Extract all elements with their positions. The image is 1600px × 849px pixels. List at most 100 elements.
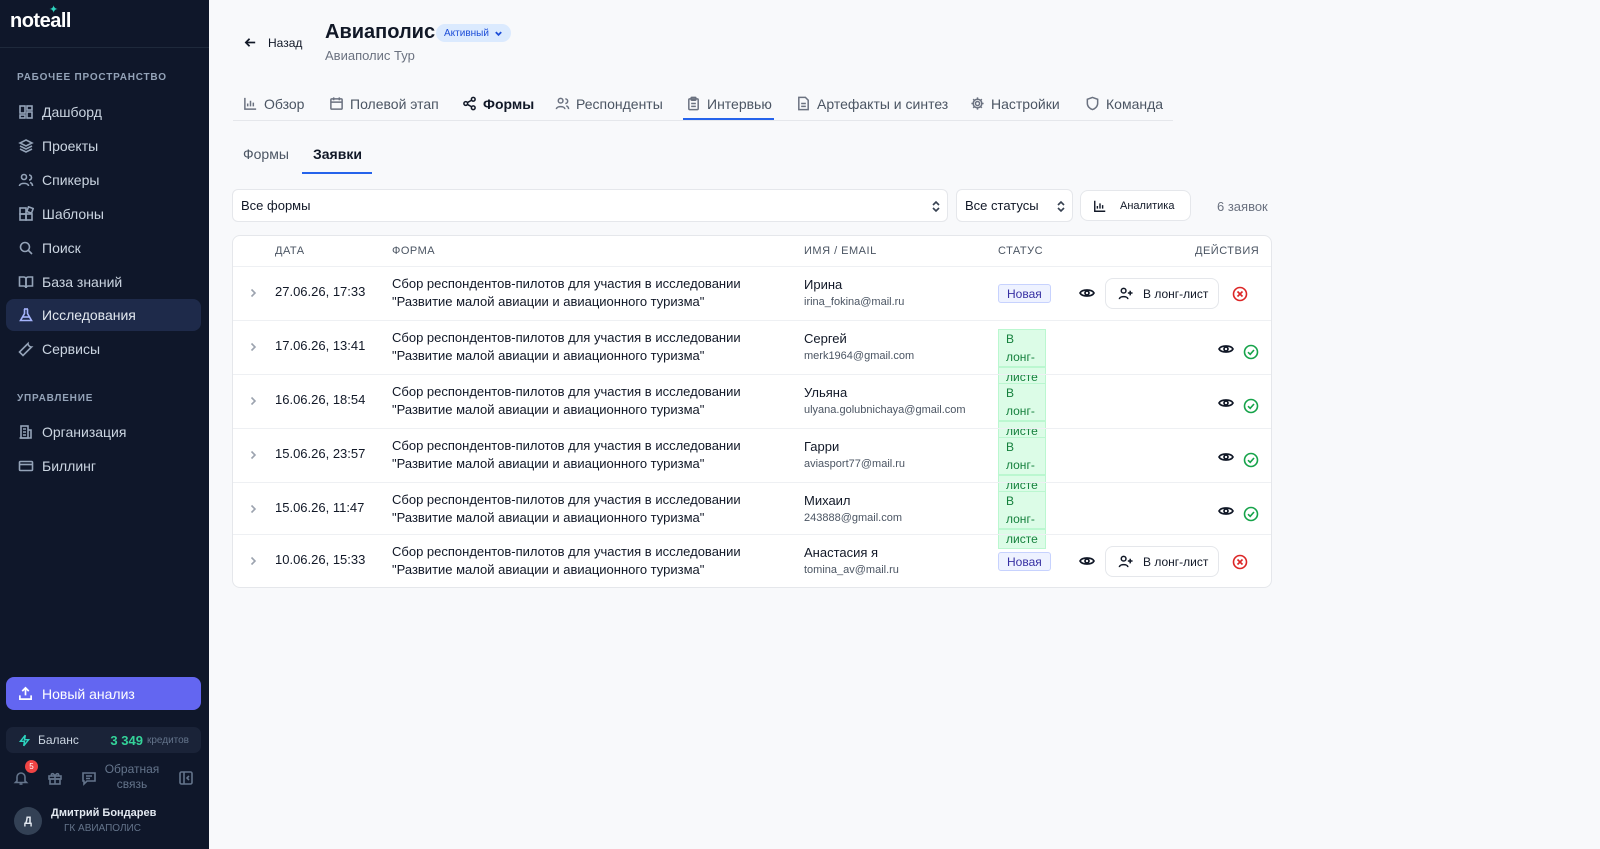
add-to-longlist-button[interactable]: В лонг-лист	[1105, 278, 1219, 309]
row-name: Анастасия я	[804, 545, 879, 560]
row-date: 17.06.26, 13:41	[275, 338, 366, 353]
file-icon	[798, 96, 809, 111]
users-icon	[555, 97, 570, 110]
forms-filter-value: Все формы	[241, 198, 311, 213]
sidebar-item-organization[interactable]: Организация	[6, 416, 201, 448]
requests-count: 6 заявок	[1217, 199, 1268, 214]
status-filter-select[interactable]: Все статусы	[956, 189, 1073, 222]
eye-icon[interactable]	[1079, 553, 1095, 569]
subtab-forms[interactable]: Формы	[243, 146, 289, 162]
tab-label: Интервью	[707, 95, 772, 112]
chevron-right-icon[interactable]	[247, 503, 259, 515]
balance-card: Баланс 3 349 кредитов	[6, 727, 201, 753]
analytics-label: Аналитика	[1120, 199, 1175, 212]
row-form: Сбор респондентов-пилотов для участия в …	[392, 383, 792, 419]
eye-icon[interactable]	[1218, 395, 1234, 411]
layers-icon	[18, 139, 34, 153]
tab-label: Респонденты	[576, 95, 663, 112]
eye-icon[interactable]	[1079, 285, 1095, 301]
gear-icon	[971, 97, 984, 110]
chevron-down-icon	[495, 31, 502, 36]
arrow-left-icon	[244, 38, 256, 47]
row-date: 15.06.26, 23:57	[275, 446, 366, 461]
sidebar-item-knowledge-base[interactable]: База знаний	[6, 266, 201, 298]
chevron-right-icon[interactable]	[247, 395, 259, 407]
sidebar-item-label: База знаний	[42, 274, 123, 290]
bar-chart-icon	[1094, 200, 1106, 212]
row-form-line-1: Сбор респондентов-пилотов для участия в …	[392, 384, 741, 399]
sidebar-item-templates[interactable]: Шаблоны	[6, 198, 201, 230]
sidebar-item-label: Поиск	[42, 240, 81, 256]
dashboard-icon	[19, 105, 33, 119]
sidebar-divider	[0, 47, 209, 48]
message-icon[interactable]	[81, 770, 97, 786]
tab-label: Команда	[1106, 95, 1164, 112]
sidebar-item-search[interactable]: Поиск	[6, 232, 201, 264]
feedback-link[interactable]: Обратная связь	[102, 762, 162, 792]
column-header-status: СТАТУС	[998, 245, 1044, 257]
new-analysis-button[interactable]: Новый анализ	[6, 677, 201, 710]
sidebar-item-label: Дашборд	[42, 104, 102, 120]
table-row[interactable]: 10.06.26, 15:33 Сбор респондентов-пилото…	[233, 534, 1271, 588]
tab-settings[interactable]: Настройки	[970, 87, 1060, 120]
sidebar-tools: 5 Обратная связь	[0, 760, 209, 796]
sort-chevrons-icon	[1057, 200, 1065, 213]
eye-icon[interactable]	[1218, 449, 1234, 465]
sidebar-item-label: Исследования	[42, 307, 136, 323]
sidebar-item-speakers[interactable]: Спикеры	[6, 164, 201, 196]
tab-forms[interactable]: Формы	[462, 87, 534, 120]
eye-icon[interactable]	[1218, 341, 1234, 357]
tab-respondents[interactable]: Респонденты	[555, 87, 663, 120]
tab-artifacts[interactable]: Артефакты и синтез	[796, 87, 948, 120]
check-circle-icon[interactable]	[1243, 506, 1259, 522]
check-circle-icon[interactable]	[1243, 398, 1259, 414]
status-badge: Новая	[998, 284, 1051, 303]
chevron-right-icon[interactable]	[247, 555, 259, 567]
user-profile[interactable]: Д Дмитрий Бондарев ГК АВИАПОЛИС	[0, 805, 209, 841]
tab-field-stage[interactable]: Полевой этап	[329, 87, 439, 120]
tab-overview[interactable]: Обзор	[243, 87, 304, 120]
row-form-line-2: "Развитие малой авиации и авиационного т…	[392, 348, 705, 363]
balance-label: Баланс	[38, 733, 79, 747]
reject-icon[interactable]	[1232, 554, 1248, 570]
flask-icon	[19, 308, 33, 322]
subtab-requests[interactable]: Заявки	[313, 146, 362, 162]
lightning-icon	[18, 734, 31, 746]
table-row[interactable]: 15.06.26, 23:57 Сбор респондентов-пилото…	[233, 428, 1271, 495]
table-row[interactable]: 17.06.26, 13:41 Сбор респондентов-пилото…	[233, 320, 1271, 387]
collapse-sidebar-icon[interactable]	[178, 770, 194, 786]
eye-icon[interactable]	[1218, 503, 1234, 519]
user-name: Дмитрий Бондарев	[51, 807, 157, 819]
back-button[interactable]: Назад	[243, 35, 302, 50]
reject-icon[interactable]	[1232, 286, 1248, 302]
tab-interviews[interactable]: Интервью	[686, 87, 772, 120]
back-label: Назад	[268, 35, 303, 50]
row-form: Сбор респондентов-пилотов для участия в …	[392, 543, 792, 579]
longlist-label: В лонг-лист	[1143, 286, 1209, 301]
status-dropdown[interactable]: Активный	[436, 24, 511, 42]
table-row[interactable]: 15.06.26, 11:47 Сбор респондентов-пилото…	[233, 482, 1271, 549]
check-circle-icon[interactable]	[1243, 344, 1259, 360]
sidebar-item-billing[interactable]: Биллинг	[6, 450, 201, 482]
tab-team[interactable]: Команда	[1085, 87, 1163, 120]
chevron-right-icon[interactable]	[247, 287, 259, 299]
table-row[interactable]: 27.06.26, 17:33 Сбор респондентов-пилото…	[233, 266, 1271, 320]
sidebar-item-projects[interactable]: Проекты	[6, 130, 201, 162]
chevron-right-icon[interactable]	[247, 449, 259, 461]
gift-icon[interactable]	[47, 770, 63, 786]
app-logo[interactable]: noteall	[10, 10, 71, 33]
analytics-button[interactable]: Аналитика	[1080, 190, 1191, 221]
sidebar-item-dashboard[interactable]: Дашборд	[6, 96, 201, 128]
chevron-right-icon[interactable]	[247, 341, 259, 353]
check-circle-icon[interactable]	[1243, 452, 1259, 468]
forms-filter-select[interactable]: Все формы	[232, 189, 948, 222]
sidebar-item-label: Проекты	[42, 138, 99, 154]
add-to-longlist-button[interactable]: В лонг-лист	[1105, 546, 1219, 577]
table-row[interactable]: 16.06.26, 18:54 Сбор респондентов-пилото…	[233, 374, 1271, 441]
row-form-line-1: Сбор респондентов-пилотов для участия в …	[392, 438, 741, 453]
row-form-line-2: "Развитие малой авиации и авиационного т…	[392, 510, 705, 525]
row-form-line-2: "Развитие малой авиации и авиационного т…	[392, 456, 705, 471]
sidebar-item-research[interactable]: Исследования	[6, 299, 201, 331]
bell-icon[interactable]	[13, 770, 29, 786]
sidebar-item-services[interactable]: Сервисы	[6, 333, 201, 365]
